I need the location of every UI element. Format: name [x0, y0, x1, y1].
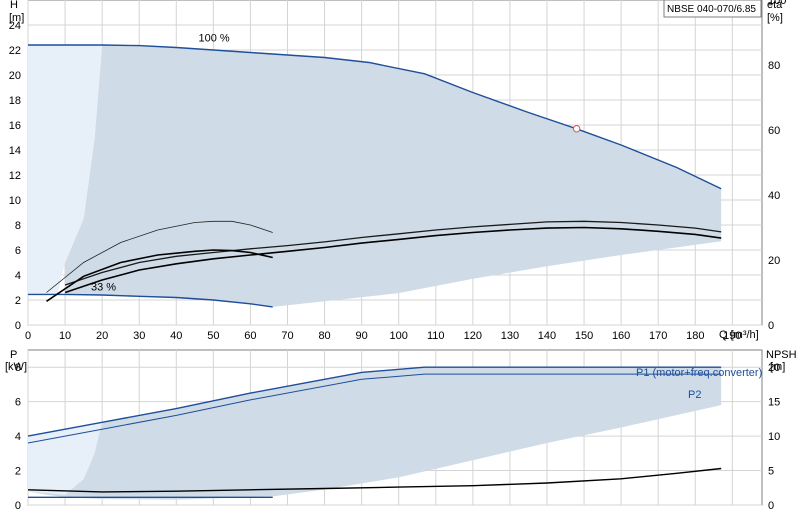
- x-tick-label: 150: [575, 330, 593, 342]
- bottom-y-left-unit: [kW]: [5, 361, 27, 373]
- top-y-left-unit: [m]: [9, 12, 24, 24]
- y-left-tick-label: 0: [15, 500, 21, 512]
- y-right-tick-label: 0: [768, 500, 774, 512]
- x-tick-label: 40: [170, 330, 182, 342]
- y-right-tick-label: 40: [768, 190, 780, 202]
- x-tick-label: 70: [281, 330, 293, 342]
- y-right-tick-label: 5: [768, 466, 774, 478]
- y-right-tick-label: 10: [768, 431, 780, 443]
- bottom-y-left-label: P: [10, 349, 17, 361]
- x-tick-label: 80: [318, 330, 330, 342]
- top-x-label: Q [m³/h]: [719, 329, 759, 341]
- x-tick-label: 110: [427, 330, 445, 342]
- y-left-tick-label: 0: [15, 320, 21, 332]
- y-left-tick-label: 20: [9, 70, 21, 82]
- y-left-tick-label: 8: [15, 220, 21, 232]
- y-left-tick-label: 6: [15, 397, 21, 409]
- pump-curve-figure: 0 10 20 30 40 50 60 70 80 90 100 110 120 130 140 150 160…: [5, 0, 797, 512]
- y-right-tick-label: 15: [768, 397, 780, 409]
- y-left-tick-label: 2: [15, 466, 21, 478]
- bottom-y-right-unit: [m]: [770, 361, 785, 373]
- top-y-right-label: eta: [767, 0, 783, 11]
- y-left-tick-label: 4: [15, 431, 21, 443]
- y-right-tick-label: 80: [768, 60, 780, 72]
- y-right-tick-label: 0: [768, 320, 774, 332]
- x-tick-label: 170: [649, 330, 667, 342]
- y-left-tick-label: 2: [15, 295, 21, 307]
- p2-label: P2: [688, 389, 701, 401]
- y-right-tick-label: 20: [768, 255, 780, 267]
- y-right-tick-label: 60: [768, 125, 780, 137]
- x-tick-label: 160: [612, 330, 630, 342]
- x-tick-label: 20: [96, 330, 108, 342]
- x-tick-label: 180: [686, 330, 704, 342]
- y-left-tick-label: 10: [9, 195, 21, 207]
- y-left-tick-label: 14: [9, 145, 21, 157]
- x-tick-label: 30: [133, 330, 145, 342]
- x-tick-label: 50: [207, 330, 219, 342]
- y-left-tick-label: 12: [9, 170, 21, 182]
- x-tick-label: 130: [501, 330, 519, 342]
- model-label: NBSE 040-070/6.85: [667, 4, 756, 15]
- top-y-left-label: H: [10, 0, 18, 11]
- annotation-33-percent: 33 %: [91, 281, 116, 293]
- annotation-100-percent: 100 %: [199, 33, 230, 45]
- x-tick-label: 140: [538, 330, 556, 342]
- x-tick-label: 60: [244, 330, 256, 342]
- bottom-y-right-label: NPSH: [766, 349, 797, 361]
- x-tick-label: 120: [464, 330, 482, 342]
- y-left-tick-label: 4: [15, 270, 21, 282]
- y-left-tick-label: 16: [9, 120, 21, 132]
- x-tick-label: 90: [356, 330, 368, 342]
- x-tick-label: 100: [390, 330, 408, 342]
- x-tick-label: 10: [59, 330, 71, 342]
- y-left-tick-label: 6: [15, 245, 21, 257]
- top-y-right-unit: [%]: [767, 12, 783, 24]
- y-left-tick-label: 18: [9, 95, 21, 107]
- y-left-tick-label: 22: [9, 45, 21, 57]
- duty-point-marker: [572, 125, 581, 133]
- x-tick-label: 0: [25, 330, 31, 342]
- p1-label: P1 (motor+freq.converter): [636, 367, 762, 379]
